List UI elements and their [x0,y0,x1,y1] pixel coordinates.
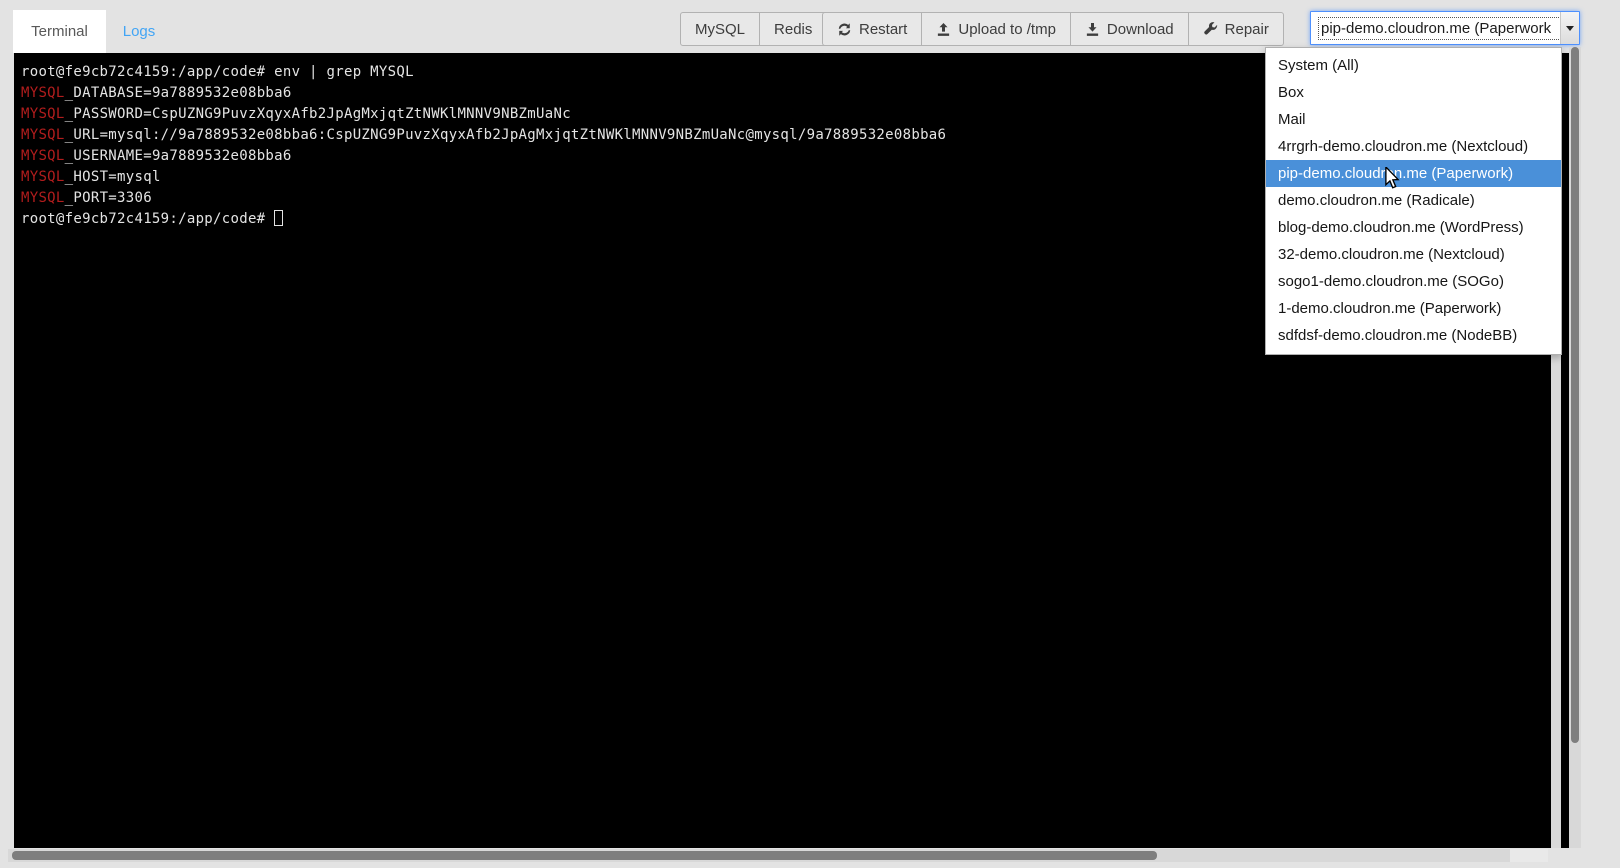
app-option[interactable]: demo.cloudron.me (Radicale) [1266,187,1561,214]
redis-button[interactable]: Redis [760,13,826,45]
tab-terminal[interactable]: Terminal [13,10,106,53]
mysql-button-label: MySQL [695,21,745,38]
db-button-group: MySQL Redis [680,12,827,46]
app-option[interactable]: sdfdsf-demo.cloudron.me (NodeBB) [1266,322,1561,349]
app-option[interactable]: Box [1266,79,1561,106]
app-option[interactable]: blog-demo.cloudron.me (WordPress) [1266,214,1561,241]
upload-button-label: Upload to /tmp [958,21,1056,38]
download-button[interactable]: Download [1071,13,1189,45]
tab-logs-label: Logs [123,23,156,40]
app-option[interactable]: 1-demo.cloudron.me (Paperwork) [1266,295,1561,322]
app-option[interactable]: sogo1-demo.cloudron.me (SOGo) [1266,268,1561,295]
app-selector-value: pip-demo.cloudron.me (Paperwork [1319,18,1560,39]
upload-button[interactable]: Upload to /tmp [922,13,1071,45]
upload-icon [936,22,951,37]
tab-terminal-label: Terminal [31,23,88,40]
download-button-label: Download [1107,21,1174,38]
repair-button[interactable]: Repair [1189,13,1283,45]
action-button-group: Restart Upload to /tmp Download Repair [822,12,1284,46]
app-option[interactable]: System (All) [1266,52,1561,79]
repair-button-label: Repair [1225,21,1269,38]
download-icon [1085,22,1100,37]
chevron-down-icon[interactable] [1560,12,1579,44]
refresh-icon [837,22,852,37]
restart-button[interactable]: Restart [823,13,922,45]
scrollbar-corner [1510,849,1548,862]
app-option[interactable]: 4rrgrh-demo.cloudron.me (Nextcloud) [1266,133,1561,160]
mysql-button[interactable]: MySQL [681,13,760,45]
vertical-scrollbar-thumb[interactable] [1571,47,1579,743]
app-selector[interactable]: pip-demo.cloudron.me (Paperwork [1310,11,1580,45]
terminal-cursor [274,210,283,226]
horizontal-scrollbar-thumb[interactable] [12,851,1157,860]
wrench-icon [1203,22,1218,37]
redis-button-label: Redis [774,21,812,38]
vertical-scrollbar-track[interactable] [1569,47,1581,848]
app-option[interactable]: 32-demo.cloudron.me (Nextcloud) [1266,241,1561,268]
restart-button-label: Restart [859,21,907,38]
tab-logs[interactable]: Logs [106,10,172,53]
app-option[interactable]: Mail [1266,106,1561,133]
app-selector-dropdown: System (All)BoxMail4rrgrh-demo.cloudron.… [1265,47,1562,355]
app-option[interactable]: pip-demo.cloudron.me (Paperwork) [1266,160,1561,187]
